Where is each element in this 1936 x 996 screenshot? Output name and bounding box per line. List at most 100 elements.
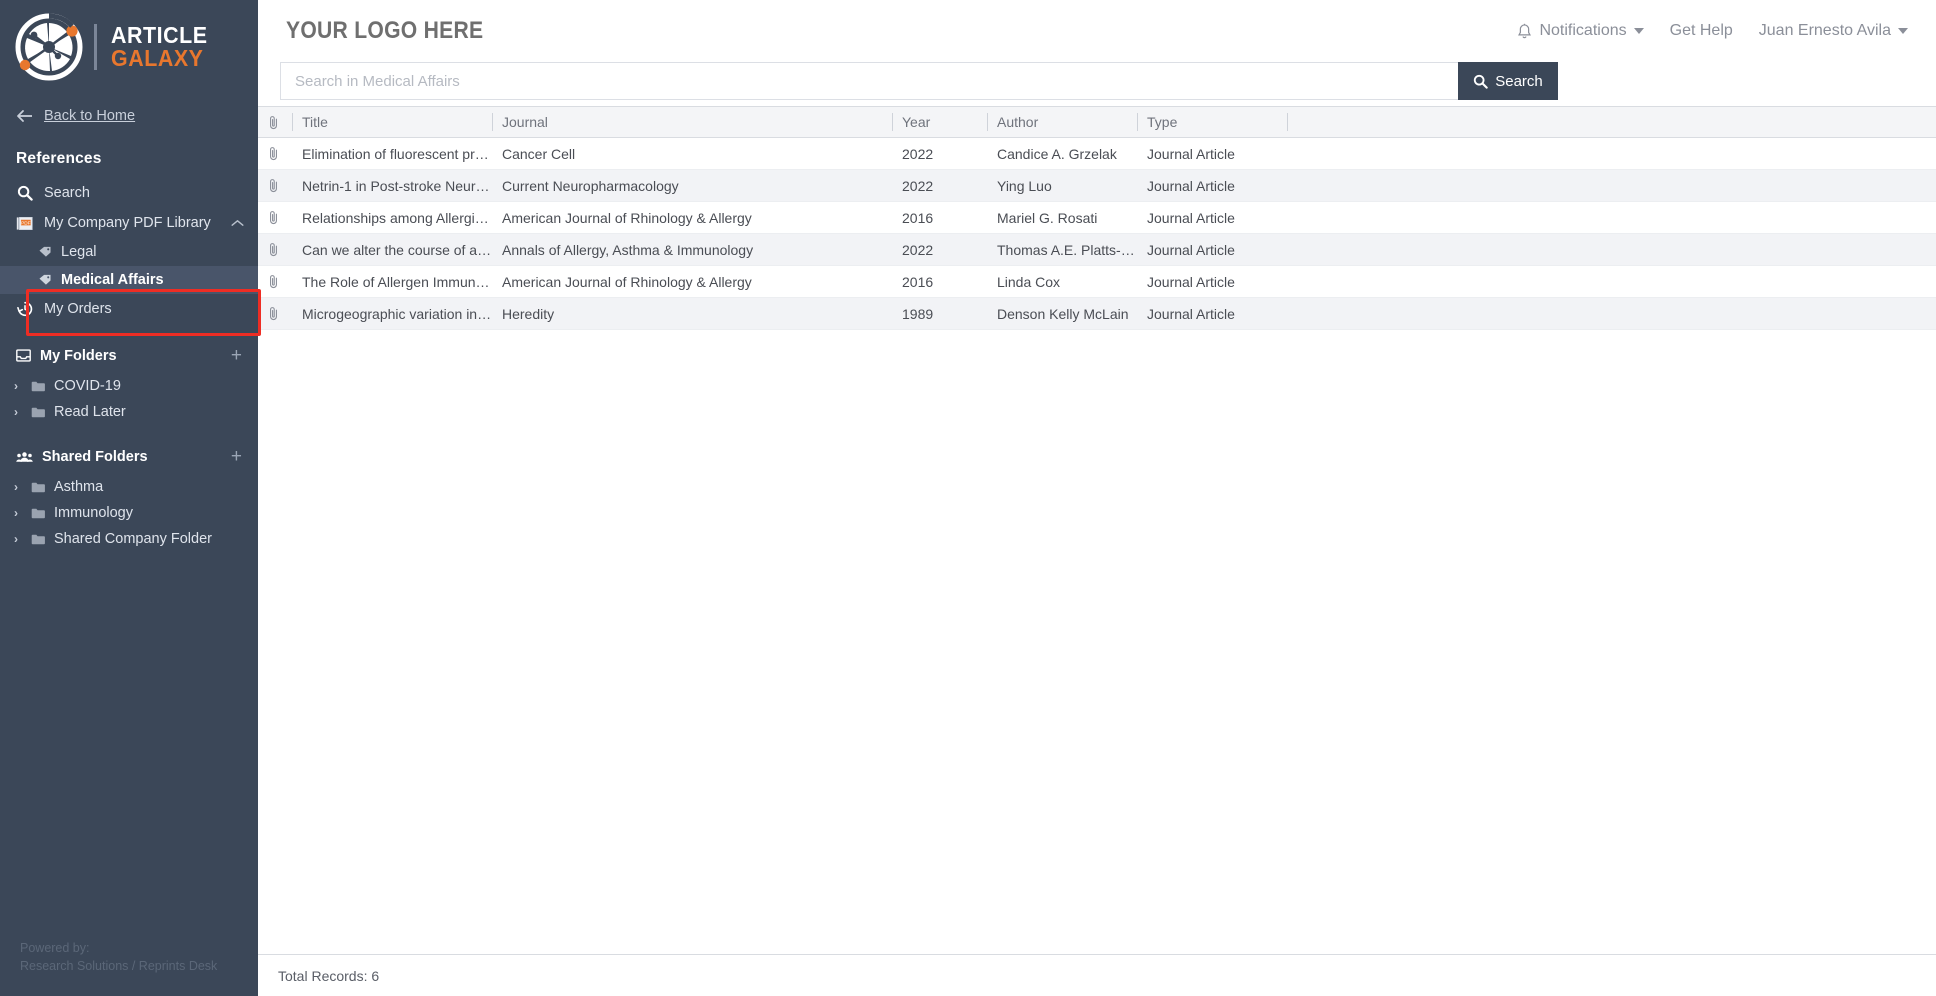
folder-item-immunology-label: Immunology — [54, 505, 133, 521]
sidebar-item-search[interactable]: Search — [0, 178, 258, 208]
row-journal-cell: American Journal of Rhinology & Allergy — [492, 202, 892, 234]
sidebar-logo[interactable]: ARTICLE GALAXY — [0, 0, 258, 94]
column-header-year[interactable]: Year — [892, 107, 987, 138]
main-content: YOUR LOGO HERE Notifications Get Help — [258, 0, 1936, 996]
my-folders-title: My Folders — [40, 348, 117, 364]
sidebar-item-pdf-library-label: My Company PDF Library — [44, 215, 220, 231]
row-type-cell: Journal Article — [1137, 234, 1287, 266]
row-title-cell[interactable]: Can we alter the course of aller... — [292, 234, 492, 266]
table-row[interactable]: Elimination of fluorescent prote...Cance… — [258, 138, 1936, 170]
folder-item-shared-company-folder-label: Shared Company Folder — [54, 531, 212, 547]
column-header-title[interactable]: Title — [292, 107, 492, 138]
search-button-label: Search — [1495, 73, 1543, 90]
back-to-home-link[interactable]: Back to Home — [0, 94, 258, 138]
table-row[interactable]: The Role of Allergen Immunoth...American… — [258, 266, 1936, 298]
svg-text:PDF: PDF — [21, 220, 30, 225]
references-section-title: References — [0, 138, 258, 178]
column-header-author[interactable]: Author — [987, 107, 1137, 138]
search-input[interactable] — [280, 62, 1458, 100]
results-table-area: Title Journal Year Author Type Eliminati… — [258, 106, 1936, 954]
shared-folders-header: Shared Folders + — [0, 437, 258, 474]
row-author-cell: Ying Luo — [987, 170, 1137, 202]
sidebar-item-my-orders-label: My Orders — [44, 301, 112, 317]
galaxy-logo-icon — [12, 10, 86, 84]
row-attachment-cell[interactable] — [258, 266, 292, 298]
row-spacer-cell — [1287, 266, 1936, 298]
row-attachment-cell[interactable] — [258, 170, 292, 202]
column-header-spacer — [1287, 107, 1936, 138]
row-title-cell[interactable]: Netrin-1 in Post-stroke Neurop... — [292, 170, 492, 202]
row-type-cell: Journal Article — [1137, 170, 1287, 202]
sidebar-item-my-orders[interactable]: My Orders — [0, 294, 258, 324]
user-menu[interactable]: Juan Ernesto Avila — [1759, 22, 1908, 40]
sidebar-item-medical-affairs[interactable]: Medical Affairs — [0, 266, 258, 294]
notifications-label: Notifications — [1539, 22, 1626, 40]
folder-item-shared-company-folder[interactable]: › Shared Company Folder — [0, 526, 258, 552]
table-row[interactable]: Relationships among Allergic R...America… — [258, 202, 1936, 234]
caret-down-icon — [1634, 28, 1644, 34]
company-logo-placeholder: YOUR LOGO HERE — [286, 17, 483, 45]
sidebar-spacer — [0, 425, 258, 437]
folder-icon — [31, 534, 46, 545]
folder-item-read-later-label: Read Later — [54, 404, 126, 420]
chevron-right-icon[interactable]: › — [14, 506, 23, 520]
row-year-cell: 1989 — [892, 298, 987, 330]
logo-line-galaxy: GALAXY — [111, 47, 208, 70]
get-help-link[interactable]: Get Help — [1670, 22, 1733, 40]
app-root: ARTICLE GALAXY Back to Home References — [0, 0, 1936, 996]
row-title-cell[interactable]: Relationships among Allergic R... — [292, 202, 492, 234]
table-row[interactable]: Can we alter the course of aller...Annal… — [258, 234, 1936, 266]
row-spacer-cell — [1287, 298, 1936, 330]
row-spacer-cell — [1287, 202, 1936, 234]
row-title-cell[interactable]: The Role of Allergen Immunoth... — [292, 266, 492, 298]
folder-item-immunology[interactable]: › Immunology — [0, 500, 258, 526]
powered-by-line1: Powered by: — [20, 939, 258, 958]
shared-folders-title: Shared Folders — [42, 449, 148, 465]
column-header-attachment[interactable] — [258, 107, 292, 138]
row-author-cell: Mariel G. Rosati — [987, 202, 1137, 234]
tag-icon — [38, 246, 52, 258]
row-journal-cell: Heredity — [492, 298, 892, 330]
row-author-cell: Thomas A.E. Platts-Mills — [987, 234, 1137, 266]
row-attachment-cell[interactable] — [258, 298, 292, 330]
add-folder-button[interactable]: + — [231, 346, 242, 365]
table-footer: Total Records: 6 — [258, 954, 1936, 996]
notifications-menu[interactable]: Notifications — [1517, 22, 1643, 40]
chevron-right-icon[interactable]: › — [14, 480, 23, 494]
sidebar-item-legal[interactable]: Legal — [0, 238, 258, 266]
table-row[interactable]: Microgeographic variation in r...Heredit… — [258, 298, 1936, 330]
sidebar-item-pdf-library[interactable]: PDF My Company PDF Library — [0, 208, 258, 238]
row-attachment-cell[interactable] — [258, 138, 292, 170]
sidebar-spacer — [0, 324, 258, 336]
row-attachment-cell[interactable] — [258, 202, 292, 234]
column-header-type[interactable]: Type — [1137, 107, 1287, 138]
chevron-up-icon[interactable] — [231, 219, 244, 227]
history-clock-icon — [16, 301, 33, 317]
inbox-icon — [16, 349, 31, 362]
folder-item-asthma[interactable]: › Asthma — [0, 474, 258, 500]
search-icon — [1473, 74, 1488, 89]
folder-icon — [31, 508, 46, 519]
row-journal-cell: Current Neuropharmacology — [492, 170, 892, 202]
row-type-cell: Journal Article — [1137, 266, 1287, 298]
add-shared-folder-button[interactable]: + — [231, 447, 242, 466]
row-journal-cell: American Journal of Rhinology & Allergy — [492, 266, 892, 298]
row-type-cell: Journal Article — [1137, 138, 1287, 170]
folder-item-covid-19[interactable]: › COVID-19 — [0, 373, 258, 399]
folder-item-read-later[interactable]: › Read Later — [0, 399, 258, 425]
results-table: Title Journal Year Author Type Eliminati… — [258, 106, 1936, 330]
tag-icon — [38, 274, 52, 286]
chevron-right-icon[interactable]: › — [14, 532, 23, 546]
search-button[interactable]: Search — [1458, 62, 1558, 100]
caret-down-icon — [1898, 28, 1908, 34]
row-year-cell: 2016 — [892, 202, 987, 234]
chevron-right-icon[interactable]: › — [14, 405, 23, 419]
row-type-cell: Journal Article — [1137, 298, 1287, 330]
table-row[interactable]: Netrin-1 in Post-stroke Neurop...Current… — [258, 170, 1936, 202]
chevron-right-icon[interactable]: › — [14, 379, 23, 393]
row-attachment-cell[interactable] — [258, 234, 292, 266]
row-title-cell[interactable]: Elimination of fluorescent prote... — [292, 138, 492, 170]
row-title-cell[interactable]: Microgeographic variation in r... — [292, 298, 492, 330]
column-header-journal[interactable]: Journal — [492, 107, 892, 138]
table-header-row: Title Journal Year Author Type — [258, 107, 1936, 138]
